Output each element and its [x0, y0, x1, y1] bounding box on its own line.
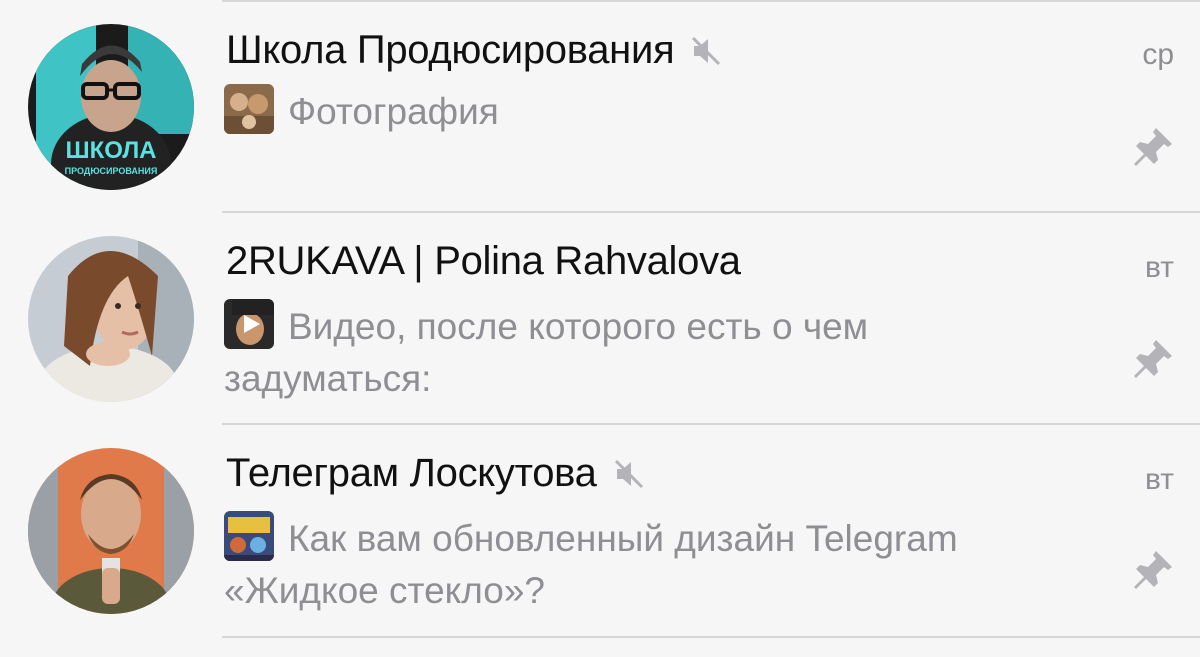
avatar[interactable]: [28, 236, 194, 402]
chat-title: 2RUKAVA | Polina Rahvalova: [226, 239, 741, 283]
pin-icon: [1130, 547, 1176, 593]
speaker-muted-icon: [688, 33, 724, 69]
message-preview: Фотография: [224, 84, 1080, 138]
photo-thumbnail: [224, 84, 274, 134]
speaker-muted-icon: [611, 456, 647, 492]
avatar[interactable]: [28, 448, 194, 614]
pin-icon: [1130, 336, 1176, 382]
avatar-subcaption: ПРОДЮСИРОВАНИЯ: [65, 166, 158, 176]
message-preview: Как вам обновленный дизайн Telegram «Жид…: [224, 511, 1080, 617]
title-line: 2RUKAVA | Polina Rahvalova: [226, 239, 741, 284]
photo-thumbnail: [224, 511, 274, 561]
chat-time: ср: [1142, 38, 1174, 71]
video-thumbnail: [224, 299, 274, 349]
avatar[interactable]: ШКОЛА ПРОДЮСИРОВАНИЯ: [28, 24, 194, 190]
preview-text: Фотография: [288, 91, 499, 132]
avatar-caption: ШКОЛА: [65, 137, 156, 164]
title-line: Телеграм Лоскутова: [226, 451, 647, 496]
title-line: Школа Продюсирования: [226, 28, 724, 73]
chat-time: вт: [1144, 463, 1174, 496]
chat-row-school[interactable]: ШКОЛА ПРОДЮСИРОВАНИЯ Школа Продюсировани…: [0, 0, 1200, 213]
chat-row-2rukava[interactable]: 2RUKAVA | Polina Rahvalova вт Видео, пос…: [0, 213, 1200, 425]
chat-list: ШКОЛА ПРОДЮСИРОВАНИЯ Школа Продюсировани…: [0, 0, 1200, 657]
avatar-loskutov-image: [28, 448, 194, 614]
chat-title: Телеграм Лоскутова: [226, 451, 597, 495]
preview-text: Как вам обновленный дизайн Telegram «Жид…: [224, 518, 958, 611]
avatar-polina-image: [28, 236, 194, 402]
message-preview: Видео, после которого есть о чем задумат…: [224, 299, 1080, 405]
chat-row-loskutov[interactable]: Телеграм Лоскутова вт Как вам обновленны…: [0, 425, 1200, 638]
row-divider: [222, 636, 1200, 638]
preview-text: Видео, после которого есть о чем задумат…: [224, 306, 869, 399]
pin-icon: [1130, 124, 1176, 170]
avatar-school-image: ШКОЛА ПРОДЮСИРОВАНИЯ: [28, 24, 194, 190]
chat-time: вт: [1144, 251, 1174, 284]
chat-title: Школа Продюсирования: [226, 28, 675, 72]
